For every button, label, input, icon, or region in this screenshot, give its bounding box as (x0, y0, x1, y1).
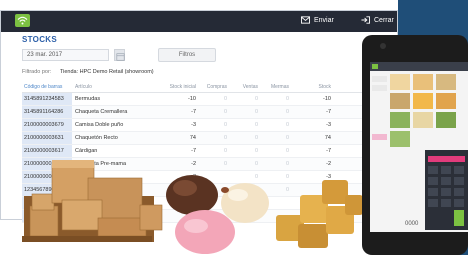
stock-cell: -1 (326, 187, 331, 193)
send-icon (301, 16, 310, 24)
purchases-cell: 0 (223, 135, 227, 141)
purchases-cell: 0 (223, 148, 227, 154)
table-body: 3145891234583 Bermudas -10 0 0 0 -10 3145891164… (22, 93, 394, 223)
waste-cell: 0 (285, 174, 289, 180)
barcode-cell: 210000000228 (22, 171, 72, 183)
table-row[interactable]: 3145891234583 Bermudas -10 0 0 0 -10 (22, 93, 394, 106)
barcode-cell (22, 210, 72, 222)
close-button[interactable]: Cerrar (361, 16, 394, 24)
waste-cell: 0 (285, 96, 289, 102)
initial-stock-cell: -1 (191, 187, 196, 193)
filter-by-label: Filtrado por: (22, 69, 52, 75)
barcode-cell: 2100000002337 (22, 158, 72, 170)
barcode-cell: 12345678900 (22, 184, 72, 196)
filter-button[interactable]: Filtros (158, 48, 216, 62)
item-cell: Chaqueta Pre-mama (75, 161, 127, 167)
waste-cell: 0 (285, 109, 289, 115)
page-title: STOCKS (22, 35, 57, 44)
wifi-icon (17, 16, 28, 25)
table-row[interactable]: 2100000003631 Chaquetón Recto 74 0 0 0 74 (22, 132, 394, 145)
purchases-cell: 0 (223, 122, 227, 128)
close-label: Cerrar (374, 16, 394, 24)
stock-cell: 74 (324, 135, 331, 141)
store-filter[interactable]: Tienda: HPC Demo Retail (showroom) (60, 69, 154, 75)
item-cell: Cárdigan (75, 148, 98, 154)
item-cell: Bermudas (75, 96, 101, 102)
initial-stock-cell: 74 (189, 135, 196, 141)
waste-cell: 0 (285, 148, 289, 154)
barcode-cell: 2100000003617 (22, 145, 72, 157)
purchases-cell: 0 (223, 96, 227, 102)
date-field[interactable]: 23 mar. 2017 (22, 49, 109, 61)
stock-cell: -2 (326, 161, 331, 167)
stock-window: Enviar Cerrar STOCKS 23 mar. 2017 Filtro… (0, 10, 398, 223)
stock-cell: -3 (326, 122, 331, 128)
barcode-cell: 2100000003631 (22, 132, 72, 144)
initial-stock-cell: -3 (191, 174, 196, 180)
sales-cell: 0 (254, 161, 258, 167)
table-row[interactable]: 12345678900 -1 0 -1 (22, 184, 394, 197)
initial-stock-cell: -7 (191, 148, 196, 154)
sales-cell: 0 (254, 109, 258, 115)
table-row[interactable]: -5 (22, 210, 394, 223)
send-button[interactable]: Enviar (301, 16, 334, 24)
waste-cell: 0 (285, 161, 289, 167)
wifi-button[interactable] (15, 14, 30, 27)
header-initial-stock[interactable]: Stock inicial (152, 84, 198, 90)
item-cell: Chaqueta Cremallera (75, 109, 128, 115)
header-item[interactable]: Artículo (72, 84, 152, 90)
initial-stock-cell: -10 (188, 96, 196, 102)
stock-cell: -7 (326, 148, 331, 154)
table-row[interactable]: 2100000002337 Chaqueta Pre-mama -2 0 0 0 -2 (22, 158, 394, 171)
item-cell: Chaquetón Recto (75, 135, 118, 141)
header-sales[interactable]: Ventas (229, 84, 260, 90)
initial-stock-cell: -2 (191, 161, 196, 167)
send-label: Enviar (314, 16, 334, 24)
table-row[interactable]: 210000000228 -3 0 0 -3 (22, 171, 394, 184)
barcode-cell (22, 197, 72, 209)
stock-cell: -3 (326, 174, 331, 180)
background-panel (398, 0, 468, 255)
sales-cell: 0 (254, 174, 258, 180)
waste-cell: 0 (285, 122, 289, 128)
calendar-button[interactable] (114, 49, 125, 61)
table-row[interactable]: 3145891164286 Chaqueta Cremallera -7 0 0 0 -7 (22, 106, 394, 119)
stock-cell: -7 (326, 109, 331, 115)
purchases-cell: 0 (223, 109, 227, 115)
initial-stock-cell: -7 (191, 109, 196, 115)
table-header: Código de barras Artículo Stock inicial … (22, 81, 394, 93)
waste-cell: 0 (285, 135, 289, 141)
table-row[interactable]: -5 -5 (22, 197, 394, 210)
purchases-cell: 0 (223, 161, 227, 167)
sales-cell: 0 (254, 96, 258, 102)
barcode-cell: 3145891164286 (22, 106, 72, 118)
barcode-cell: 3145891234583 (22, 93, 72, 105)
stock-cell: -5 (326, 200, 331, 206)
stock-cell: -5 (326, 213, 331, 219)
initial-stock-cell: -3 (191, 122, 196, 128)
marketing-composite: Enviar Cerrar STOCKS 23 mar. 2017 Filtro… (0, 0, 468, 255)
table-row[interactable]: 2100000003617 Cárdigan -7 0 0 0 -7 (22, 145, 394, 158)
barcode-cell: 2100000003679 (22, 119, 72, 131)
header-barcode[interactable]: Código de barras (22, 81, 72, 92)
top-bar: Enviar Cerrar (1, 11, 397, 32)
header-stock[interactable]: Stock (291, 84, 335, 90)
sales-cell: 0 (254, 135, 258, 141)
table-row[interactable]: 2100000003679 Camisa Doble puño -3 0 0 0 -3 (22, 119, 394, 132)
header-waste[interactable]: Mermas (260, 84, 291, 90)
sales-cell: 0 (254, 122, 258, 128)
stock-cell: -10 (323, 96, 331, 102)
calendar-icon (116, 53, 125, 61)
exit-icon (361, 16, 370, 24)
initial-stock-cell: -5 (191, 200, 196, 206)
item-cell: Camisa Doble puño (75, 122, 124, 128)
header-purchases[interactable]: Compras (198, 84, 229, 90)
sales-cell: 0 (254, 148, 258, 154)
waste-cell: 0 (285, 187, 289, 193)
stock-table: Código de barras Artículo Stock inicial … (22, 81, 394, 223)
